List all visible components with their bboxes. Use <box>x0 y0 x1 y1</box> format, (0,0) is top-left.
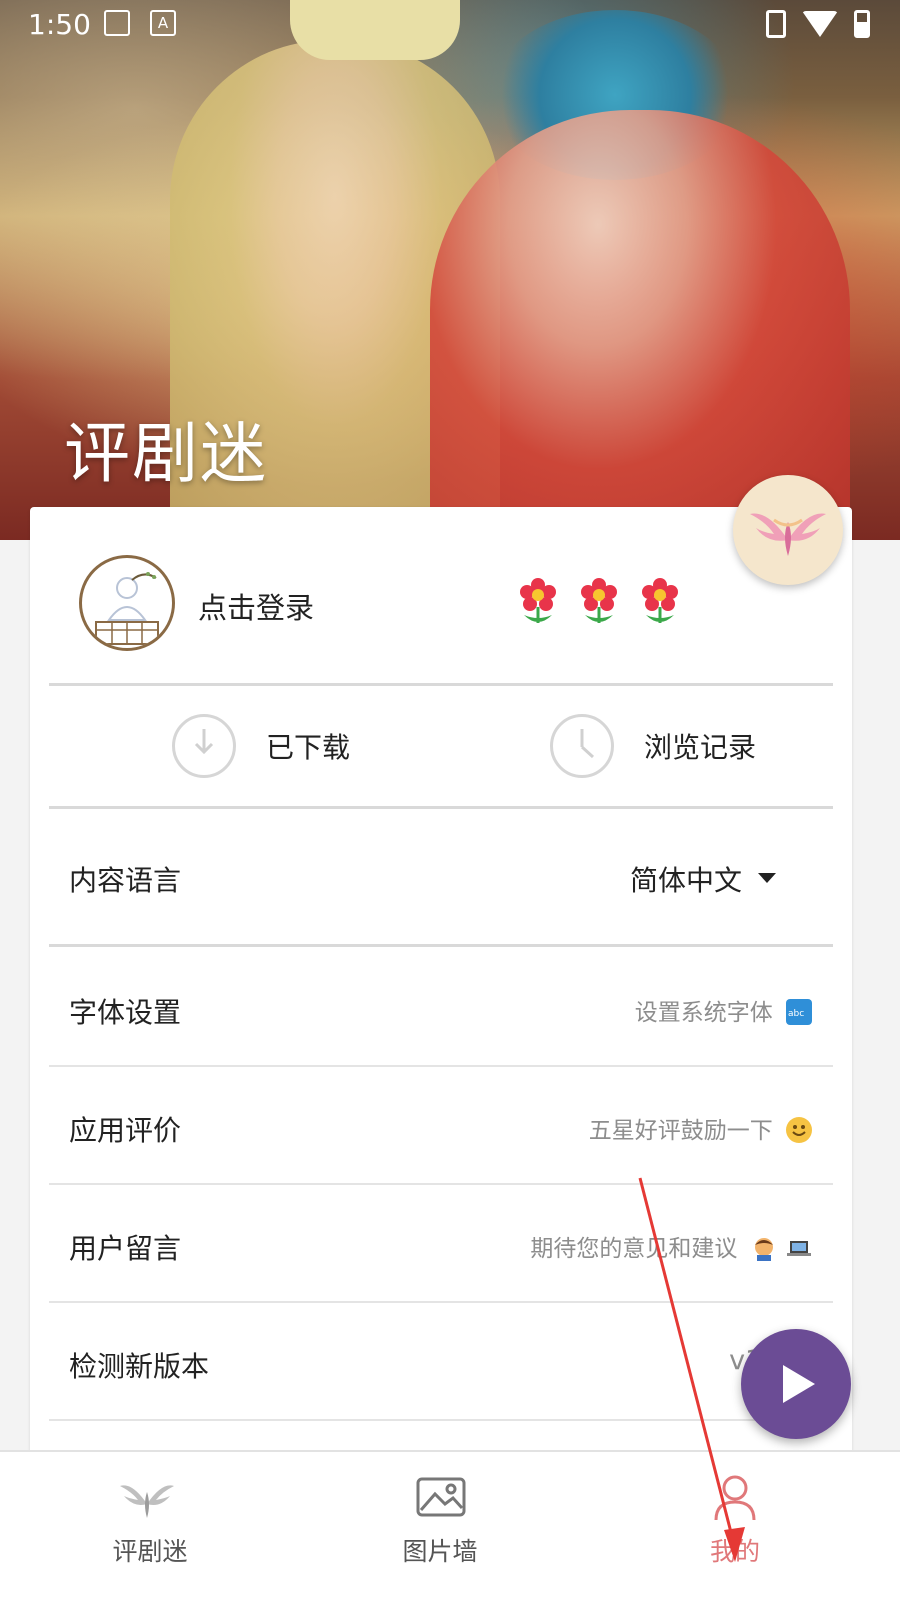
nav-label-home: 评剧迷 <box>112 1537 188 1566</box>
downloads-label: 已下载 <box>266 731 351 764</box>
play-icon <box>783 1365 815 1403</box>
profile-card: 点击登录 已下载 浏览记录 内容语言 简体中文 字体设置 设置系统字体 abc … <box>30 507 852 1457</box>
content-language-label: 内容语言 <box>69 864 182 897</box>
nav-tab-me[interactable]: 我的 <box>585 1452 885 1600</box>
boy-emoji-icon <box>751 1235 777 1261</box>
check-update-row[interactable]: 检测新版本 v1.5 <box>30 1303 852 1419</box>
font-settings-value: 设置系统字体 abc <box>635 993 812 1027</box>
app-rating-label: 应用评价 <box>69 1114 182 1147</box>
font-settings-row[interactable]: 字体设置 设置系统字体 abc <box>30 947 852 1065</box>
wifi-icon <box>802 11 838 37</box>
download-icon <box>172 714 236 778</box>
clock-icon <box>550 714 614 778</box>
status-bar: 1:50 A <box>0 0 900 48</box>
app-rating-text: 五星好评鼓励一下 <box>588 1118 773 1144</box>
person-icon <box>714 1475 756 1521</box>
user-feedback-value: 期待您的意见和建议 <box>530 1229 812 1263</box>
app-rating-row[interactable]: 应用评价 五星好评鼓励一下 <box>30 1067 852 1183</box>
status-time: 1:50 <box>28 8 91 41</box>
divider <box>49 1419 833 1421</box>
laptop-emoji-icon <box>786 1235 812 1261</box>
user-feedback-row[interactable]: 用户留言 期待您的意见和建议 <box>30 1185 852 1301</box>
login-row[interactable]: 点击登录 <box>30 507 852 685</box>
font-settings-label: 字体设置 <box>69 996 182 1029</box>
flower-decoration <box>518 577 680 625</box>
bottom-navigation: 评剧迷 图片墙 我的 <box>0 1450 900 1600</box>
downloads-button[interactable]: 已下载 <box>172 714 350 778</box>
phoenix-icon <box>120 1485 174 1518</box>
content-language-row[interactable]: 内容语言 简体中文 <box>30 809 852 945</box>
language-select[interactable]: 简体中文 <box>630 859 742 899</box>
history-button[interactable]: 浏览记录 <box>550 714 756 778</box>
history-label: 浏览记录 <box>644 731 757 764</box>
font-settings-text: 设置系统字体 <box>634 1000 773 1026</box>
flower-icon <box>579 577 619 625</box>
screen: 评剧迷 1:50 A 点击登录 已下载 浏览记录 内容语言 简体中文 字体设置 … <box>0 0 900 1600</box>
phoenix-logo-button[interactable] <box>733 475 843 585</box>
check-update-label: 检测新版本 <box>69 1350 210 1383</box>
hero-title: 评剧迷 <box>64 415 268 492</box>
user-feedback-text: 期待您的意见和建议 <box>530 1236 738 1262</box>
divider <box>49 683 833 686</box>
chevron-down-icon[interactable] <box>758 873 776 883</box>
flower-icon <box>518 577 558 625</box>
image-notification-icon <box>104 10 130 36</box>
image-icon <box>416 1477 466 1517</box>
play-button[interactable] <box>741 1329 851 1439</box>
nav-label-me: 我的 <box>709 1537 760 1566</box>
quick-actions: 已下载 浏览记录 <box>30 688 852 806</box>
nav-tab-home[interactable]: 评剧迷 <box>0 1452 300 1600</box>
avatar[interactable] <box>79 555 175 651</box>
vibrate-icon <box>766 10 786 38</box>
flower-icon <box>640 577 680 625</box>
nav-tab-gallery[interactable]: 图片墙 <box>290 1452 590 1600</box>
text-notification-icon: A <box>150 10 176 36</box>
smile-emoji-icon <box>786 1116 812 1143</box>
battery-icon <box>854 10 870 38</box>
abc-emoji-icon: abc <box>786 998 812 1025</box>
hero-banner-image: 评剧迷 <box>0 0 900 540</box>
app-rating-value: 五星好评鼓励一下 <box>589 1111 812 1145</box>
login-link[interactable]: 点击登录 <box>198 585 314 627</box>
nav-label-gallery: 图片墙 <box>402 1537 478 1566</box>
svg-text:abc: abc <box>788 1009 804 1019</box>
user-feedback-label: 用户留言 <box>69 1232 182 1265</box>
